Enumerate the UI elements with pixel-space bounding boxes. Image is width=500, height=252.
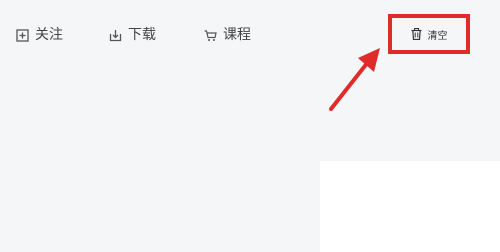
download-label: 下载	[128, 27, 156, 43]
course-label: 课程	[223, 27, 251, 43]
cart-icon	[204, 29, 217, 42]
add-box-icon	[16, 28, 29, 42]
content-panel	[320, 161, 500, 252]
trash-icon	[411, 28, 422, 40]
clear-label: 清空	[427, 30, 448, 42]
download-icon	[109, 29, 122, 42]
course-button[interactable]: 课程	[204, 26, 251, 44]
follow-button[interactable]: 关注	[16, 26, 63, 44]
toolbar: 关注 下载 课程 清空	[0, 0, 500, 70]
clear-button-highlight[interactable]: 清空	[388, 14, 470, 54]
follow-label: 关注	[35, 27, 63, 43]
download-button[interactable]: 下载	[109, 26, 156, 44]
